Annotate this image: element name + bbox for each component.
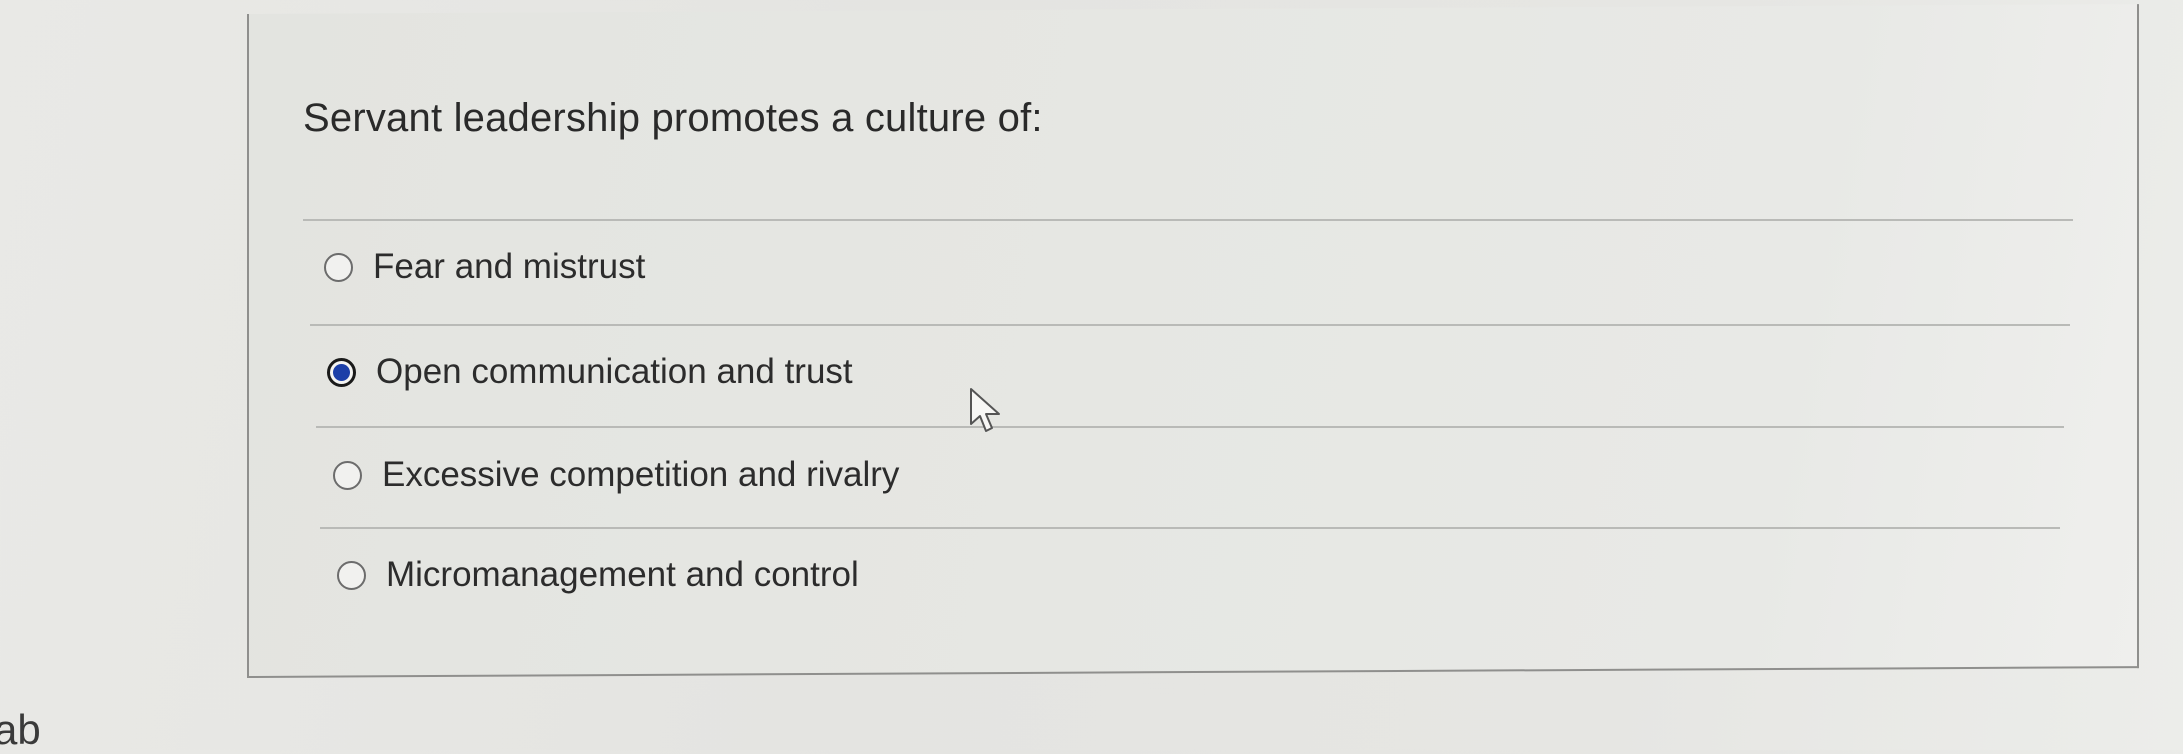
option-excessive-competition-and-rivalry[interactable]: Excessive competition and rivalry xyxy=(333,455,899,495)
option-label: Open communication and trust xyxy=(376,352,853,391)
option-open-communication-and-trust[interactable]: Open communication and trust xyxy=(327,352,853,392)
option-label: Micromanagement and control xyxy=(386,555,859,594)
divider xyxy=(310,324,2070,326)
radio-button[interactable] xyxy=(324,252,353,282)
radio-button-selected[interactable] xyxy=(327,357,356,387)
option-label: Fear and mistrust xyxy=(373,247,646,286)
radio-button[interactable] xyxy=(333,460,362,490)
radio-button[interactable] xyxy=(337,560,366,590)
divider xyxy=(320,527,2060,529)
radio-selected-dot xyxy=(333,363,350,381)
divider xyxy=(303,219,2073,221)
corner-text: ab xyxy=(0,706,41,753)
option-micromanagement-and-control[interactable]: Micromanagement and control xyxy=(337,555,859,595)
mouse-pointer-icon xyxy=(970,388,1000,432)
option-fear-and-mistrust[interactable]: Fear and mistrust xyxy=(324,247,645,287)
option-label: Excessive competition and rivalry xyxy=(382,455,900,494)
divider xyxy=(316,426,2064,428)
question-text: Servant leadership promotes a culture of… xyxy=(303,96,1043,140)
